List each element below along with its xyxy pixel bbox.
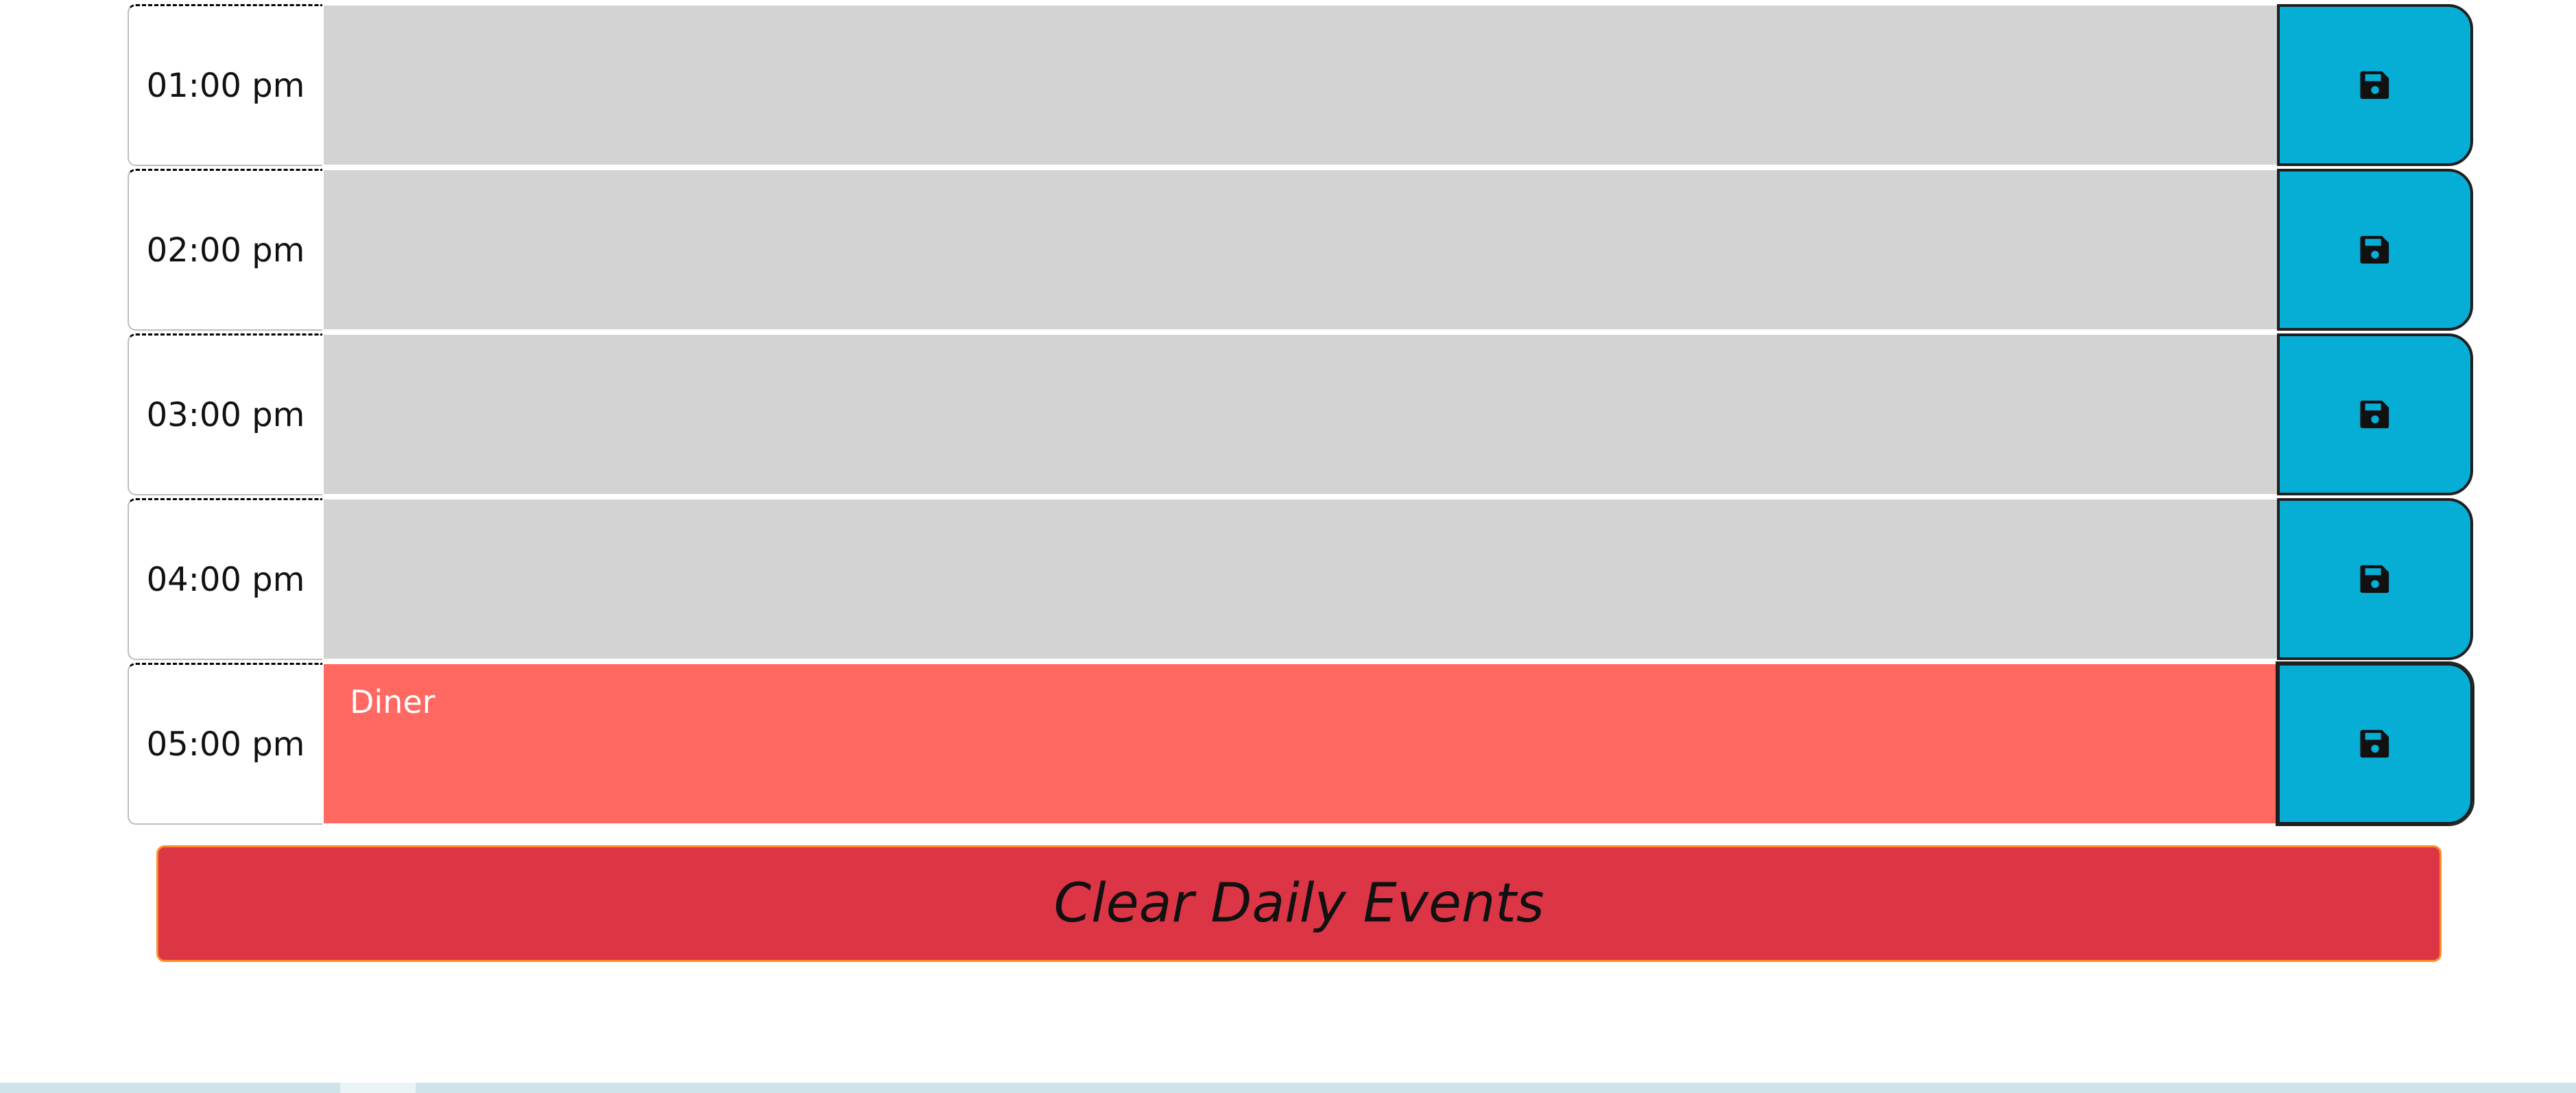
save-button[interactable] [2277,333,2473,495]
footer-tab [340,1083,416,1093]
hour-label: 04:00 pm [128,498,322,660]
time-block-row: 05:00 pm Diner [128,661,2474,826]
floppy-disk-icon [2360,235,2389,264]
event-description-input[interactable] [322,333,2278,495]
hour-label: 05:00 pm [128,663,322,825]
hour-label: 03:00 pm [128,333,322,495]
save-button[interactable] [2277,169,2473,331]
clear-daily-events-button[interactable]: Clear Daily Events [156,845,2442,962]
event-description-input[interactable] [322,169,2278,331]
save-button[interactable] [2277,4,2473,166]
event-description-input[interactable] [322,4,2278,166]
save-button[interactable] [2276,661,2474,826]
hour-label: 02:00 pm [128,169,322,331]
scheduler: 01:00 pm 02:00 pm 03:00 pm 04:00 pm 05:0… [0,0,2576,1093]
floppy-disk-icon [2360,729,2389,758]
time-block-row: 03:00 pm [128,333,2473,495]
event-description-input[interactable] [322,498,2278,660]
time-block-row: 01:00 pm [128,4,2473,166]
floppy-disk-icon [2360,400,2389,429]
floppy-disk-icon [2360,71,2389,99]
save-button[interactable] [2277,498,2473,660]
floppy-disk-icon [2360,565,2389,593]
event-description-input[interactable]: Diner [322,663,2278,825]
time-block-row: 04:00 pm [128,498,2473,660]
hour-label: 01:00 pm [128,4,322,166]
time-block-row: 02:00 pm [128,169,2473,331]
